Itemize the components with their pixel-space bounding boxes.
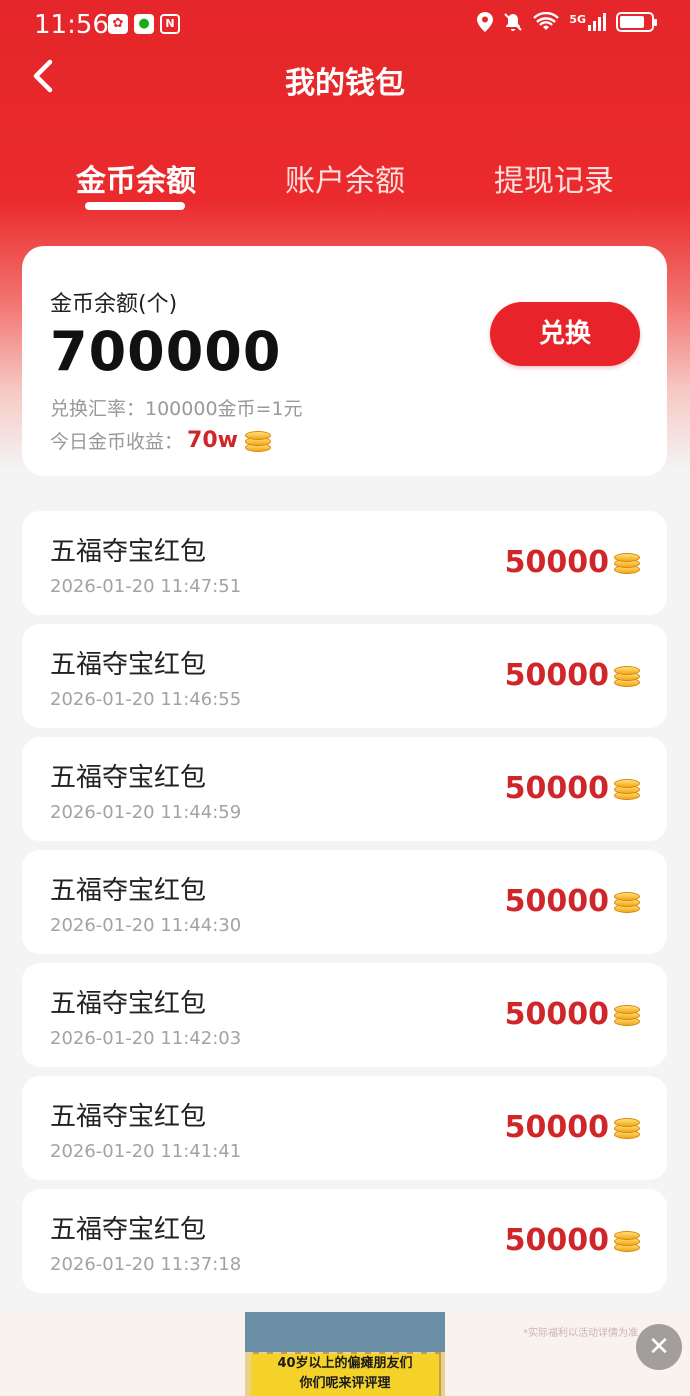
balance-card: 金币余额(个) 700000 兑换汇率：100000金币=1元 今日金币收益： …: [22, 246, 667, 476]
status-right-icons: 5G: [477, 12, 657, 32]
coin-record-row: 五福夺宝红包 2026-01-20 11:41:41 50000: [22, 1076, 667, 1180]
record-time: 2026-01-20 11:47:51: [50, 576, 242, 597]
today-earnings-label: 今日金币收益：: [50, 431, 184, 453]
location-icon: [477, 12, 494, 32]
record-time: 2026-01-20 11:46:55: [50, 689, 242, 710]
coin-stack-icon: [244, 429, 272, 453]
record-amount: 50000: [505, 1223, 641, 1258]
ad-caption: 40岁以上的偏瘫朋友们 你们呢来评评理: [251, 1354, 439, 1396]
record-amount: 50000: [505, 1110, 641, 1145]
record-title: 五福夺宝红包: [50, 763, 207, 793]
coin-stack-icon: [613, 1229, 641, 1253]
record-time: 2026-01-20 11:44:30: [50, 915, 242, 936]
coin-stack-icon: [613, 777, 641, 801]
record-title: 五福夺宝红包: [50, 989, 207, 1019]
record-amount: 50000: [505, 658, 641, 693]
record-amount-value: 50000: [504, 997, 609, 1032]
record-amount: 50000: [505, 771, 641, 806]
coin-record-row: 五福夺宝红包 2026-01-20 11:37:18 50000: [22, 1189, 667, 1293]
record-amount: 50000: [505, 884, 641, 919]
mute-icon: [504, 13, 523, 31]
coin-stack-icon: [613, 551, 641, 575]
record-title: 五福夺宝红包: [50, 1215, 207, 1245]
network-label: 5G: [569, 13, 586, 26]
balance-label: 金币余额(个): [50, 292, 178, 317]
balance-value: 700000: [50, 320, 282, 383]
status-bar: 11:56 ✿ ● N 5G: [0, 0, 690, 50]
coin-stack-icon: [613, 1003, 641, 1027]
coin-stack-icon: [613, 890, 641, 914]
coin-record-row: 五福夺宝红包 2026-01-20 11:42:03 50000: [22, 963, 667, 1067]
record-amount-value: 50000: [504, 1223, 609, 1258]
record-amount-value: 50000: [504, 658, 609, 693]
ad-disclaimer: *实际福利以活动详情为准: [523, 1328, 638, 1339]
ad-banner[interactable]: 40岁以上的偏瘫朋友们 你们呢来评评理 *实际福利以活动详情为准: [0, 1312, 690, 1396]
record-time: 2026-01-20 11:41:41: [50, 1141, 242, 1162]
nfc-icon: N: [160, 14, 180, 34]
coin-stack-icon: [613, 1116, 641, 1140]
ad-caption-line-1: 40岁以上的偏瘫朋友们: [277, 1356, 413, 1371]
battery-icon: [616, 12, 657, 32]
record-time: 2026-01-20 11:44:59: [50, 802, 242, 823]
record-amount-value: 50000: [504, 884, 609, 919]
record-amount-value: 50000: [504, 1110, 609, 1145]
wechat-icon: ●: [134, 14, 154, 34]
record-amount: 50000: [505, 997, 641, 1032]
record-title: 五福夺宝红包: [50, 650, 207, 680]
tab-indicator: [85, 202, 185, 210]
tab-coin-balance[interactable]: 金币余额: [76, 156, 196, 200]
exchange-rate: 兑换汇率：100000金币=1元: [50, 398, 303, 420]
status-time: 11:56: [34, 10, 109, 40]
today-earnings-value: 70w: [187, 428, 238, 453]
status-app-icons: ✿ ● N: [108, 14, 180, 34]
record-time: 2026-01-20 11:42:03: [50, 1028, 242, 1049]
huawei-icon: ✿: [108, 14, 128, 34]
record-amount-value: 50000: [504, 545, 609, 580]
today-earnings: 今日金币收益： 70w: [50, 427, 272, 454]
record-title: 五福夺宝红包: [50, 876, 207, 906]
record-amount-value: 50000: [504, 771, 609, 806]
page-title: 我的钱包: [285, 66, 405, 101]
record-time: 2026-01-20 11:37:18: [50, 1254, 242, 1275]
coin-stack-icon: [613, 664, 641, 688]
record-amount: 50000: [505, 545, 641, 580]
tab-withdraw-records[interactable]: 提现记录: [494, 156, 614, 200]
wifi-icon: [533, 12, 560, 30]
signal-5g-icon: 5G: [569, 13, 606, 31]
coin-record-row: 五福夺宝红包 2026-01-20 11:44:59 50000: [22, 737, 667, 841]
ad-caption-line-2: 你们呢来评评理: [299, 1376, 391, 1391]
record-title: 五福夺宝红包: [50, 537, 207, 567]
exchange-button[interactable]: 兑换: [490, 302, 640, 366]
record-title: 五福夺宝红包: [50, 1102, 207, 1132]
ad-image[interactable]: 40岁以上的偏瘫朋友们 你们呢来评评理: [245, 1312, 445, 1396]
coin-record-row: 五福夺宝红包 2026-01-20 11:44:30 50000: [22, 850, 667, 954]
close-icon: ✕: [648, 1332, 670, 1362]
coin-record-row: 五福夺宝红包 2026-01-20 11:46:55 50000: [22, 624, 667, 728]
tab-account-balance[interactable]: 账户余额: [285, 156, 405, 200]
close-ad-button[interactable]: ✕: [636, 1324, 682, 1370]
coin-record-row: 五福夺宝红包 2026-01-20 11:47:51 50000: [22, 511, 667, 615]
